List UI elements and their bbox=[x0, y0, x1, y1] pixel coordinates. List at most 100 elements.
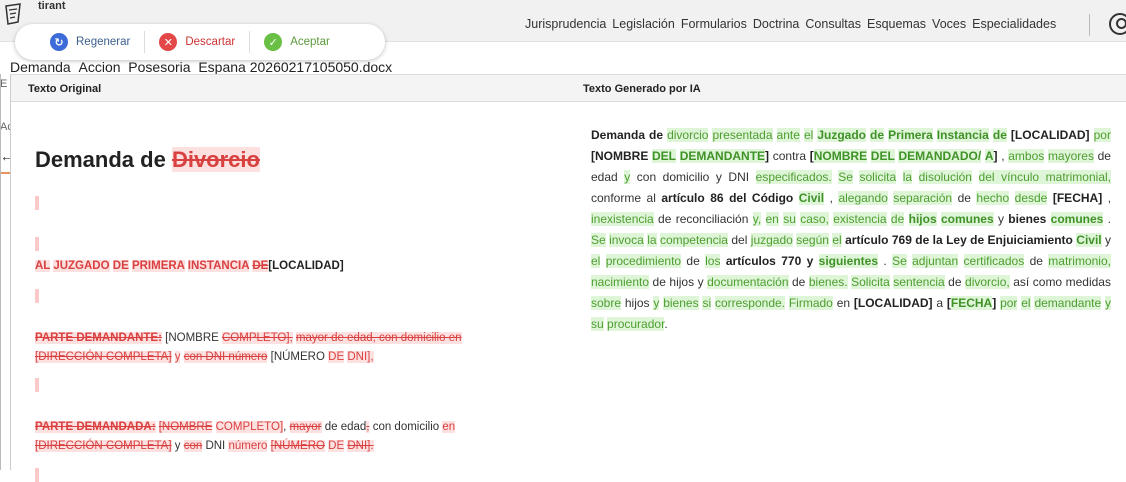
generated-text-panel: Demanda de divorcio presentada ante el J… bbox=[591, 125, 1111, 335]
inserted-token: separación bbox=[893, 191, 953, 205]
bold-token: bienes bbox=[1008, 212, 1047, 226]
inserted-token: en bbox=[765, 212, 779, 226]
nav-consultas[interactable]: Consultas bbox=[805, 17, 861, 31]
inserted-token: procedimiento bbox=[605, 254, 682, 268]
inserted-token: si bbox=[702, 296, 712, 310]
text-token: contra bbox=[769, 149, 810, 163]
inserted-token: ante bbox=[776, 128, 800, 142]
heading-word: DE bbox=[112, 260, 129, 272]
inserted-token: mayores bbox=[1047, 149, 1094, 163]
inserted-token: sobre bbox=[591, 296, 622, 310]
nav-esquemas[interactable]: Esquemas bbox=[867, 17, 926, 31]
deleted-line-marker bbox=[35, 289, 39, 303]
deleted-token: [DIRECCIÓN COMPLETA] bbox=[35, 440, 172, 452]
deleted-token: mayor de edad, con domicilio en bbox=[295, 332, 462, 344]
bold-token: 769 de la Ley de Enjuiciamiento bbox=[891, 233, 1073, 247]
inserted-token: certificados bbox=[963, 254, 1025, 268]
inserted-token: Se bbox=[838, 170, 853, 184]
deleted-token: COMPLETO], bbox=[222, 332, 293, 344]
inserted-token: su bbox=[783, 212, 796, 226]
accept-button[interactable]: ✓ Aceptar bbox=[250, 24, 344, 60]
text-token: , bbox=[824, 191, 839, 205]
regenerate-label: Regenerar bbox=[76, 36, 131, 48]
close-icon: ✕ bbox=[159, 33, 178, 51]
inserted-token: según bbox=[796, 233, 829, 247]
inserted-token: divorcio bbox=[667, 128, 709, 142]
inserted-token: Juzgado bbox=[817, 128, 866, 142]
document-filename: Demanda_Accion_Posesoria_Espana 20260217… bbox=[10, 59, 393, 75]
inserted-token: FECHA bbox=[950, 296, 993, 310]
inserted-token: el bbox=[803, 128, 814, 142]
nav-voces[interactable]: Voces bbox=[932, 17, 966, 31]
deleted-token: [DIRECCIÓN COMPLETA] bbox=[35, 351, 172, 363]
deleted-token: [NÚMERO bbox=[270, 440, 325, 452]
original-column-header: Texto Original bbox=[28, 83, 102, 95]
background-accent bbox=[0, 172, 10, 174]
inserted-token: bienes. bbox=[808, 275, 848, 289]
nav-jurisprudencia[interactable]: Jurisprudencia bbox=[525, 17, 606, 31]
bold-token: Demanda de bbox=[591, 128, 668, 142]
deleted-token: COMPLETO] bbox=[215, 421, 284, 433]
bold-token: [NOMBRE bbox=[591, 149, 649, 163]
inserted-token: bienes bbox=[663, 296, 699, 310]
text-token: y bbox=[1101, 233, 1112, 247]
regenerate-button[interactable]: ↻ Regenerar bbox=[15, 24, 144, 60]
nav-especialidades[interactable]: Especialidades bbox=[972, 17, 1056, 31]
deleted-token: DE bbox=[328, 351, 345, 363]
inserted-token: Se bbox=[591, 233, 606, 247]
nav-doctrina[interactable]: Doctrina bbox=[753, 17, 800, 31]
inserted-token: Primera bbox=[888, 128, 933, 142]
inserted-token: caso, bbox=[800, 212, 829, 226]
panel-edge bbox=[0, 74, 1, 470]
nav-legislacion[interactable]: Legislación bbox=[612, 17, 675, 31]
text-token: [NOMBRE bbox=[165, 332, 219, 344]
inserted-token: procurador bbox=[607, 317, 665, 331]
deleted-line-marker bbox=[35, 196, 39, 210]
inserted-token: hijos bbox=[908, 212, 937, 226]
text-token: de bbox=[944, 275, 966, 289]
inserted-token: de bbox=[992, 128, 1007, 142]
deleted-token: con bbox=[183, 440, 203, 452]
text-token: y bbox=[993, 212, 1009, 226]
inserted-token: adjuntan bbox=[912, 254, 959, 268]
inserted-token: Firmado bbox=[788, 296, 833, 310]
inserted-token: especificados. bbox=[755, 170, 832, 184]
text-token: del bbox=[727, 233, 751, 247]
inserted-token: existencia bbox=[833, 212, 887, 226]
nav-formularios[interactable]: Formularios bbox=[681, 17, 747, 31]
heading-word: INSTANCIA bbox=[187, 260, 250, 272]
deleted-token: y bbox=[174, 351, 181, 363]
original-text-panel: Demanda de Divorcio AL JUZGADO DE PRIMER… bbox=[35, 102, 555, 482]
title-deleted-word: Divorcio bbox=[171, 147, 260, 172]
user-account-icon[interactable] bbox=[1109, 13, 1126, 35]
inserted-token: los bbox=[705, 254, 721, 268]
text-token: [NÚMERO bbox=[270, 351, 325, 363]
inserted-token: Civil bbox=[1076, 233, 1102, 247]
inserted-token: y, bbox=[752, 212, 762, 226]
inserted-token: comunes bbox=[940, 212, 994, 226]
inserted-token: invoca bbox=[609, 233, 644, 247]
bold-token: artículo bbox=[845, 233, 889, 247]
discard-button[interactable]: ✕ Descartar bbox=[145, 24, 249, 60]
tirant-logo-icon bbox=[5, 3, 21, 25]
inserted-token: y bbox=[1105, 296, 1112, 310]
inserted-token: ambos bbox=[1008, 149, 1045, 163]
inserted-token: NOMBRE bbox=[813, 149, 868, 163]
accept-label: Aceptar bbox=[290, 36, 330, 48]
parte-demandante-label: PARTE DEMANDANTE: bbox=[35, 332, 162, 344]
refresh-icon: ↻ bbox=[50, 33, 68, 51]
text-token: de bbox=[788, 275, 809, 289]
inserted-token: la bbox=[647, 233, 657, 247]
deleted-token: [NOMBRE bbox=[158, 421, 213, 433]
inserted-token: de bbox=[870, 128, 885, 142]
bold-token: [LOCALIDAD] bbox=[853, 296, 933, 310]
inserted-token: el bbox=[1021, 296, 1031, 310]
text-token: . bbox=[664, 317, 668, 331]
main-nav: Jurisprudencia Legislación Formularios D… bbox=[525, 17, 1062, 31]
deleted-token: mayor bbox=[289, 421, 322, 433]
